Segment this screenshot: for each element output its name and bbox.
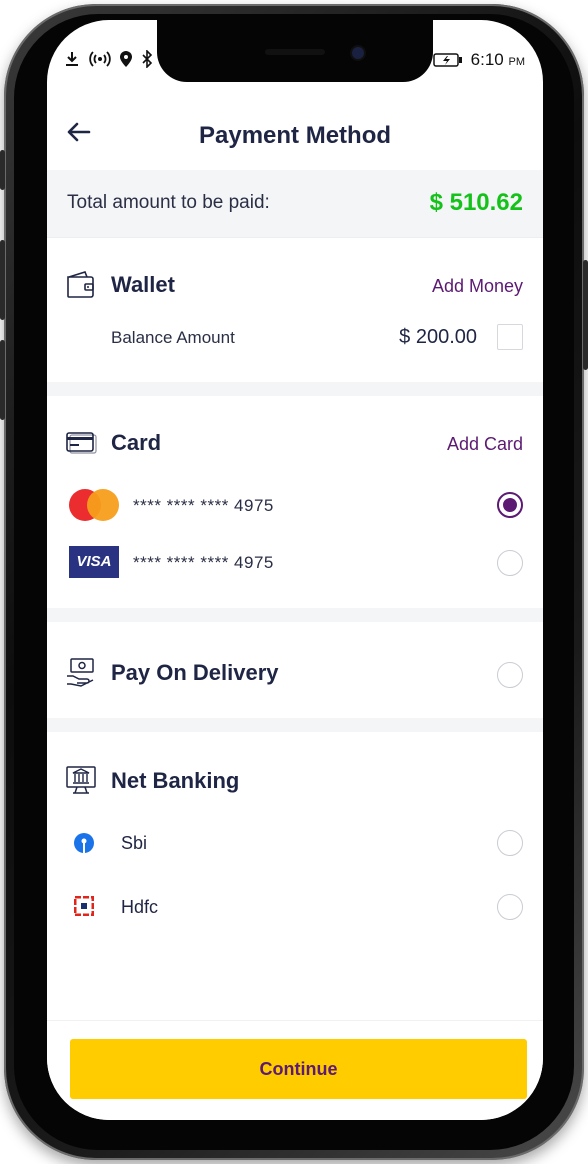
net-banking-section: Net Banking Sbi Hdfc: [47, 732, 543, 1020]
add-card-link[interactable]: Add Card: [447, 434, 523, 455]
net-banking-title: Net Banking: [111, 768, 240, 793]
card-title: Card: [111, 430, 162, 455]
phone-volume-up: [0, 240, 5, 320]
wallet-title: Wallet: [111, 272, 175, 297]
page-title: Payment Method: [198, 122, 392, 149]
cash-on-delivery-icon: [67, 658, 94, 687]
pay-on-delivery-radio[interactable]: [497, 662, 523, 688]
section-divider: [47, 608, 543, 622]
hotspot-icon: [89, 51, 111, 67]
section-divider: [47, 718, 543, 732]
continue-button[interactable]: Continue: [70, 1039, 527, 1099]
sbi-logo-icon: [74, 833, 94, 853]
status-bar-left: [63, 50, 153, 68]
top-app-bar: Payment Method: [47, 100, 543, 172]
bluetooth-icon: [142, 50, 153, 68]
app-screen: 6:10 PM Payment Method Total amount to b…: [47, 20, 543, 1120]
balance-label: Balance Amount: [111, 328, 235, 347]
card-radio[interactable]: [497, 550, 523, 576]
section-divider: [47, 382, 543, 396]
wallet-checkbox[interactable]: [497, 324, 523, 350]
download-icon: [66, 52, 78, 66]
pay-on-delivery-title: Pay On Delivery: [111, 660, 279, 685]
card-section: Card Add Card **** **** **** 4975 VISA *…: [47, 396, 543, 608]
status-bar-right: 6:10 PM: [432, 50, 525, 70]
wallet-icon: [67, 271, 94, 298]
phone-notch: [157, 20, 433, 82]
bank-radio[interactable]: [497, 830, 523, 856]
front-camera: [352, 47, 364, 59]
balance-amount: $ 200.00: [399, 326, 477, 348]
net-banking-icon: [66, 766, 96, 794]
credit-card-icon: [66, 432, 97, 454]
phone-power-button: [583, 260, 588, 370]
card-radio-selected[interactable]: [497, 492, 523, 518]
location-icon: [120, 51, 132, 67]
bank-name: Hdfc: [121, 897, 159, 917]
mastercard-logo-icon: [69, 489, 119, 521]
footer-bar: Continue: [47, 1020, 543, 1120]
add-money-link[interactable]: Add Money: [432, 276, 523, 297]
card-number: **** **** **** 4975: [133, 496, 274, 515]
battery-charging-icon: [432, 53, 462, 67]
total-label: Total amount to be paid:: [67, 192, 270, 213]
earpiece-speaker: [265, 49, 325, 55]
card-number: **** **** **** 4975: [133, 553, 274, 572]
wallet-section: Wallet Add Money Balance Amount $ 200.00: [47, 238, 543, 382]
visa-logo-icon: VISA: [69, 546, 119, 578]
phone-mute-switch: [0, 150, 5, 190]
hdfc-logo-icon: [74, 896, 94, 916]
total-amount: $ 510.62: [429, 189, 523, 216]
phone-volume-down: [0, 340, 5, 420]
status-time: 6:10 PM: [470, 50, 525, 69]
pay-on-delivery-section[interactable]: Pay On Delivery: [47, 622, 543, 718]
bank-radio[interactable]: [497, 894, 523, 920]
total-amount-bar: Total amount to be paid: $ 510.62: [47, 170, 543, 238]
bank-name: Sbi: [121, 833, 148, 853]
